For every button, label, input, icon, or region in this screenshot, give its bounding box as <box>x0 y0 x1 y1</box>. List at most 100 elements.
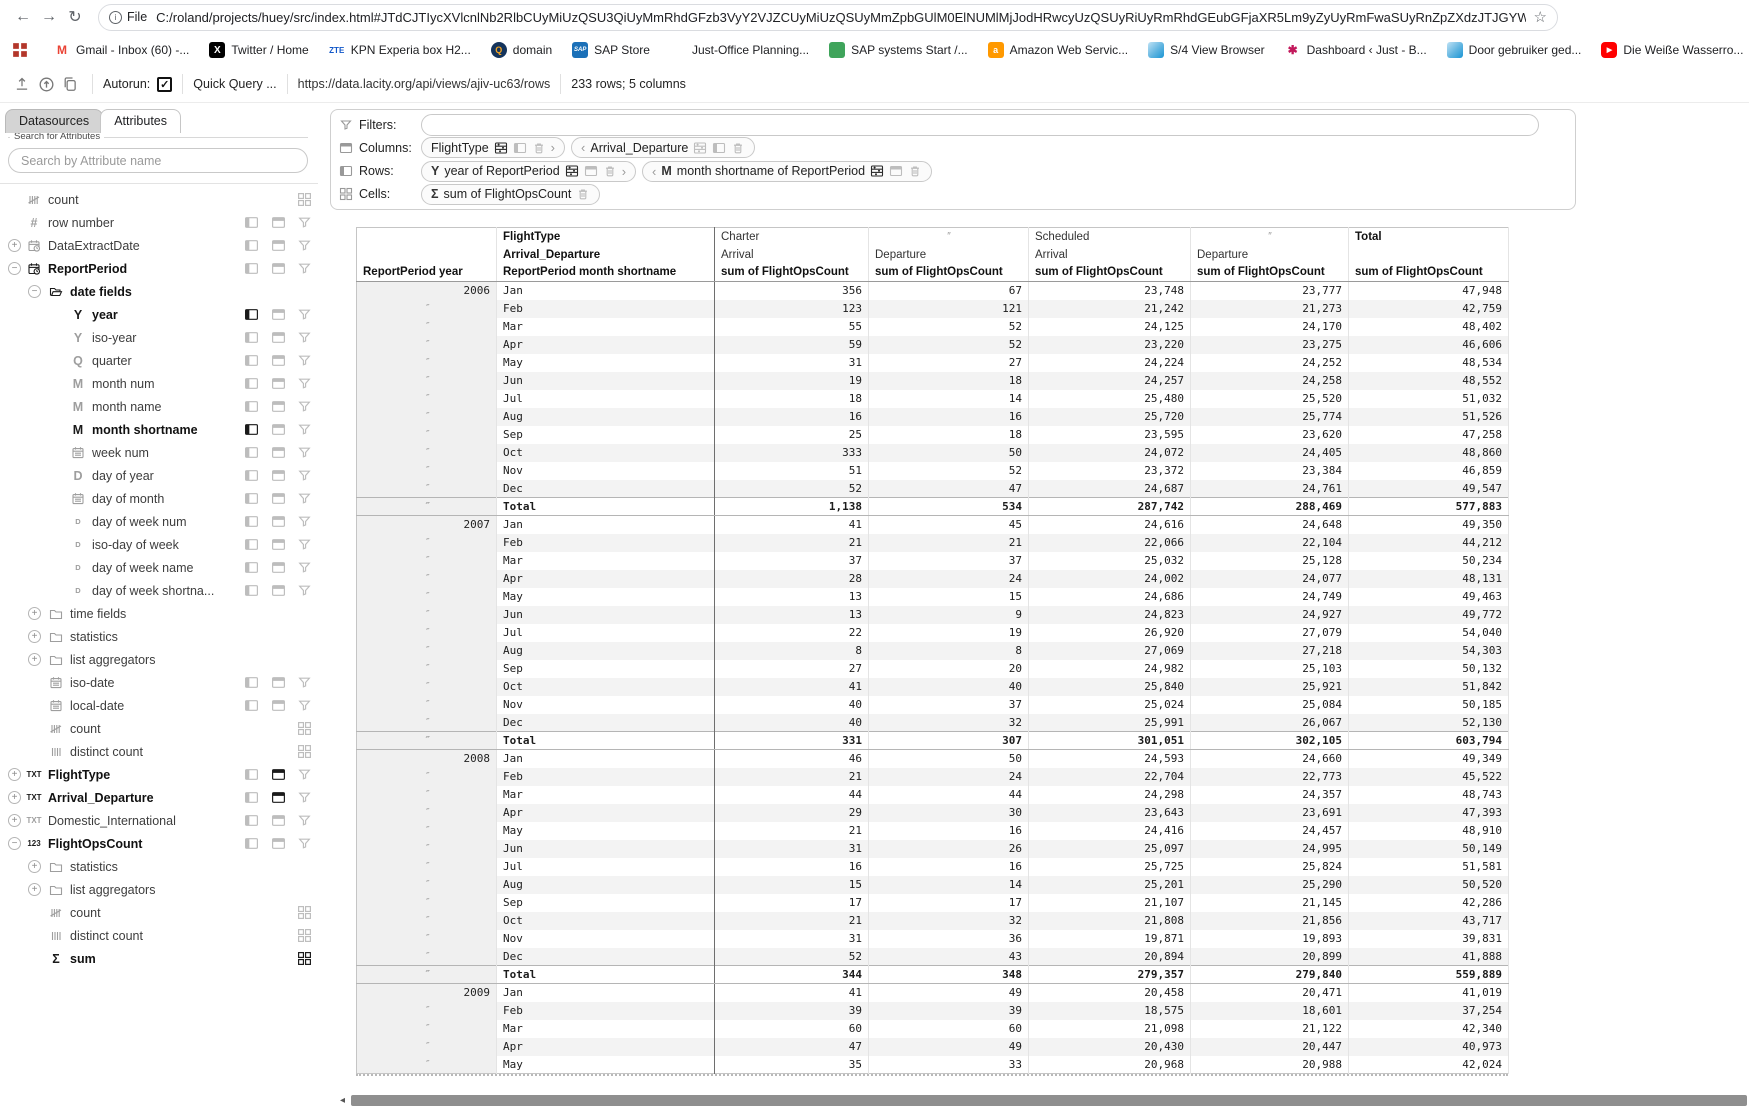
attribute-time-fields[interactable]: +time fields <box>0 602 318 625</box>
place-on-columns-icon[interactable] <box>271 767 286 782</box>
expand-icon[interactable]: + <box>28 883 41 896</box>
remove-chip-icon[interactable] <box>532 141 546 155</box>
query-chip-flighttype[interactable]: FlightType› <box>421 137 565 158</box>
back-icon[interactable]: ← <box>10 4 36 30</box>
attribute-day-of-week-num[interactable]: Dday of week num <box>0 510 318 533</box>
move-to-columns-icon[interactable] <box>584 164 598 178</box>
place-in-cells-icon[interactable] <box>297 928 312 943</box>
move-right-icon[interactable]: › <box>551 140 555 155</box>
place-on-columns-icon[interactable] <box>271 399 286 414</box>
attribute-search-input[interactable] <box>8 148 308 173</box>
attribute-local-date[interactable]: local-date <box>0 694 318 717</box>
totals-toggle-icon[interactable] <box>693 141 707 155</box>
place-on-columns-icon[interactable] <box>271 261 286 276</box>
bookmark-item-door-gebruiker-ged[interactable]: Door gebruiker ged... <box>1447 42 1582 58</box>
place-on-rows-icon[interactable] <box>244 330 259 345</box>
attribute-distinct-count[interactable]: distinct count <box>0 740 318 763</box>
place-on-columns-icon[interactable] <box>271 330 286 345</box>
place-on-columns-icon[interactable] <box>271 836 286 851</box>
bookmark-item-dashboard-just-b[interactable]: ✱Dashboard ‹ Just - B... <box>1285 42 1427 58</box>
place-on-columns-icon[interactable] <box>271 537 286 552</box>
attribute-statistics[interactable]: +statistics <box>0 625 318 648</box>
filter-icon[interactable] <box>297 330 312 345</box>
totals-toggle-icon[interactable] <box>870 164 884 178</box>
filter-icon[interactable] <box>297 537 312 552</box>
attribute-month-name[interactable]: Mmonth name <box>0 395 318 418</box>
attribute-sum[interactable]: Σsum <box>0 947 318 970</box>
filter-icon[interactable] <box>297 813 312 828</box>
datasource-url[interactable]: https://data.lacity.org/api/views/ajiv-u… <box>298 77 551 91</box>
quick-query-button[interactable]: Quick Query ... <box>193 77 276 91</box>
expand-icon[interactable]: + <box>28 653 41 666</box>
filter-icon[interactable] <box>297 767 312 782</box>
place-on-rows-icon[interactable] <box>244 422 259 437</box>
horizontal-scrollbar[interactable]: ◂ <box>340 1094 1747 1107</box>
place-on-rows-icon[interactable] <box>244 376 259 391</box>
place-on-columns-icon[interactable] <box>271 376 286 391</box>
cloud-upload-icon[interactable] <box>34 72 58 96</box>
collapse-icon[interactable]: − <box>8 262 21 275</box>
bookmark-item-s-4-view-browser[interactable]: S/4 View Browser <box>1148 42 1264 58</box>
place-on-rows-icon[interactable] <box>244 261 259 276</box>
attribute-statistics[interactable]: +statistics <box>0 855 318 878</box>
bookmark-item-gmail-inbox-60[interactable]: MGmail - Inbox (60) -... <box>54 42 189 58</box>
attribute-list-aggregators[interactable]: +list aggregators <box>0 648 318 671</box>
place-in-cells-icon[interactable] <box>297 951 312 966</box>
place-on-rows-icon[interactable] <box>244 767 259 782</box>
place-on-columns-icon[interactable] <box>271 790 286 805</box>
place-on-rows-icon[interactable] <box>244 514 259 529</box>
attribute-distinct-count[interactable]: distinct count <box>0 924 318 947</box>
place-on-columns-icon[interactable] <box>271 307 286 322</box>
attribute-list-aggregators[interactable]: +list aggregators <box>0 878 318 901</box>
place-on-rows-icon[interactable] <box>244 468 259 483</box>
attribute-day-of-month[interactable]: day of month <box>0 487 318 510</box>
filter-icon[interactable] <box>297 790 312 805</box>
bookmark-item-die-wei-e-wasserro[interactable]: ▶Die Weiße Wasserro... <box>1601 42 1743 58</box>
collapse-icon[interactable]: − <box>8 837 21 850</box>
filter-icon[interactable] <box>297 836 312 851</box>
attribute-iso-date[interactable]: iso-date <box>0 671 318 694</box>
query-chip-year-of-reportperiod[interactable]: Yyear of ReportPeriod› <box>421 161 636 182</box>
totals-toggle-icon[interactable] <box>565 164 579 178</box>
upload-icon[interactable] <box>10 72 34 96</box>
attribute-count[interactable]: count <box>0 188 318 211</box>
tab-datasources[interactable]: Datasources <box>5 109 103 133</box>
place-on-rows-icon[interactable] <box>244 675 259 690</box>
move-right-icon[interactable]: › <box>622 164 626 179</box>
place-on-columns-icon[interactable] <box>271 422 286 437</box>
bookmark-item-sap-systems-start[interactable]: SAP systems Start /... <box>829 42 967 58</box>
attribute-dataextractdate[interactable]: +DataExtractDate <box>0 234 318 257</box>
scrollbar-thumb[interactable] <box>351 1095 1747 1106</box>
attribute-reportperiod[interactable]: −ReportPeriod <box>0 257 318 280</box>
remove-chip-icon[interactable] <box>576 187 590 201</box>
filter-icon[interactable] <box>297 376 312 391</box>
place-on-rows-icon[interactable] <box>244 836 259 851</box>
filter-icon[interactable] <box>297 445 312 460</box>
copy-icon[interactable] <box>58 72 82 96</box>
place-on-rows-icon[interactable] <box>244 215 259 230</box>
attribute-date-fields[interactable]: −date fields <box>0 280 318 303</box>
place-on-rows-icon[interactable] <box>244 698 259 713</box>
address-bar[interactable]: i File C:/roland/projects/huey/src/index… <box>98 4 1558 31</box>
move-left-icon[interactable]: ‹ <box>652 164 656 179</box>
attribute-day-of-year[interactable]: Dday of year <box>0 464 318 487</box>
filter-icon[interactable] <box>297 675 312 690</box>
bookmark-item-twitter-home[interactable]: XTwitter / Home <box>209 42 308 58</box>
attribute-domestic-international[interactable]: +TXTDomestic_International <box>0 809 318 832</box>
expand-icon[interactable]: + <box>28 607 41 620</box>
totals-toggle-icon[interactable] <box>494 141 508 155</box>
place-on-columns-icon[interactable] <box>271 353 286 368</box>
filter-icon[interactable] <box>297 399 312 414</box>
attribute-flightopscount[interactable]: −123FlightOpsCount <box>0 832 318 855</box>
place-on-rows-icon[interactable] <box>244 238 259 253</box>
place-on-rows-icon[interactable] <box>244 790 259 805</box>
place-in-cells-icon[interactable] <box>297 744 312 759</box>
bookmark-item-amazon-web-servic[interactable]: aAmazon Web Servic... <box>988 42 1129 58</box>
bookmark-item-sap-store[interactable]: SAPSAP Store <box>572 42 650 58</box>
place-on-columns-icon[interactable] <box>271 813 286 828</box>
place-on-columns-icon[interactable] <box>271 445 286 460</box>
expand-icon[interactable]: + <box>8 239 21 252</box>
place-on-rows-icon[interactable] <box>244 813 259 828</box>
filter-icon[interactable] <box>297 583 312 598</box>
place-on-rows-icon[interactable] <box>244 353 259 368</box>
